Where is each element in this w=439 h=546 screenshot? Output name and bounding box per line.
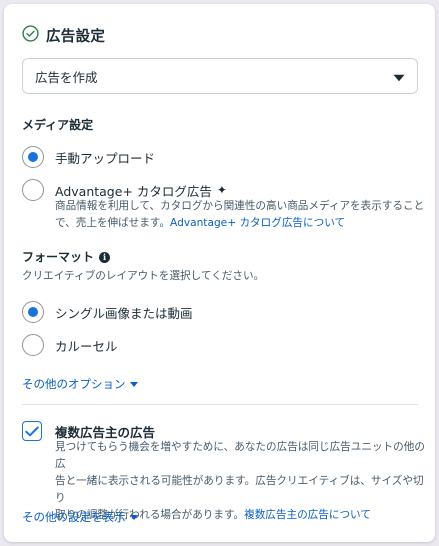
caret-down-icon [129, 381, 138, 387]
more-options-link[interactable]: その他のオプション [22, 376, 138, 392]
manual-upload-label: 手動アップロード [55, 150, 156, 166]
info-icon[interactable]: i [99, 252, 111, 263]
radio-manual-upload[interactable]: 手動アップロード [22, 146, 155, 168]
radio-single-image-video[interactable]: シングル画像または動画 [22, 301, 193, 323]
radio-button[interactable] [22, 334, 44, 356]
ad-settings-card: 広告設定 広告を作成 メディア設定 手動アップロード Advantage+ カタ… [4, 4, 435, 542]
multi-advertiser-row[interactable]: 複数広告主の広告 [22, 421, 155, 441]
format-description: クリエイティブのレイアウトを選択してください。 [22, 270, 265, 282]
radio-button-checked[interactable] [22, 301, 44, 323]
multi-advertiser-desc-line-2: 告と一緒に表示される可能性があります。広告クリエイティブは、サイズや切り [55, 475, 424, 504]
radio-button[interactable] [22, 179, 44, 201]
divider [22, 404, 418, 405]
multi-advertiser-help-link[interactable]: 複数広告主の広告について [244, 509, 371, 521]
media-settings-heading: メディア設定 [22, 118, 94, 132]
format-heading: フォーマット i [22, 248, 111, 265]
advantage-catalog-label: Advantage+ カタログ広告 [55, 183, 212, 199]
radio-button-checked[interactable] [22, 146, 44, 168]
advantage-catalog-help-link[interactable]: Advantage+ カタログ広告について [170, 217, 345, 229]
page-title: 広告設定 [46, 29, 106, 45]
advantage-desc-line-1: 商品情報を利用して、カタログから関連性の高い商品メディアを表示すること [55, 200, 425, 212]
more-options-text: その他のオプション [22, 377, 126, 391]
more-settings-link[interactable]: その他の設定を表示 [22, 509, 138, 525]
caret-down-icon [129, 514, 138, 520]
advantage-description: 商品情報を利用して、カタログから関連性の高い商品メディアを表示すること で、売上… [55, 198, 425, 232]
more-settings-text: その他の設定を表示 [22, 510, 126, 524]
advantage-desc-line-2: で、売上を伸ばせます。Advantage+ カタログ広告について [55, 215, 425, 232]
sparkle-icon: ✦ [216, 183, 227, 197]
section-header: 広告設定 [22, 25, 105, 46]
check-circle-icon [22, 25, 39, 46]
dropdown-value: 広告を作成 [35, 69, 98, 85]
caret-down-icon [393, 67, 405, 86]
single-image-video-label: シングル画像または動画 [55, 305, 193, 321]
radio-carousel[interactable]: カルーセル [22, 334, 118, 356]
carousel-label: カルーセル [55, 338, 118, 354]
checkmark-icon [25, 426, 39, 436]
format-heading-text: フォーマット [22, 250, 95, 264]
multi-advertiser-desc-line-1: 見つけてもらう機会を増やすために、あなたの広告は同じ広告ユニットの他の広 [55, 441, 425, 470]
ad-creation-dropdown[interactable]: 広告を作成 [22, 58, 418, 94]
multi-advertiser-checkbox[interactable] [22, 421, 42, 441]
advantage-desc-text: で、売上を伸ばせます。 [55, 217, 171, 229]
multi-advertiser-label: 複数広告主の広告 [55, 424, 156, 440]
